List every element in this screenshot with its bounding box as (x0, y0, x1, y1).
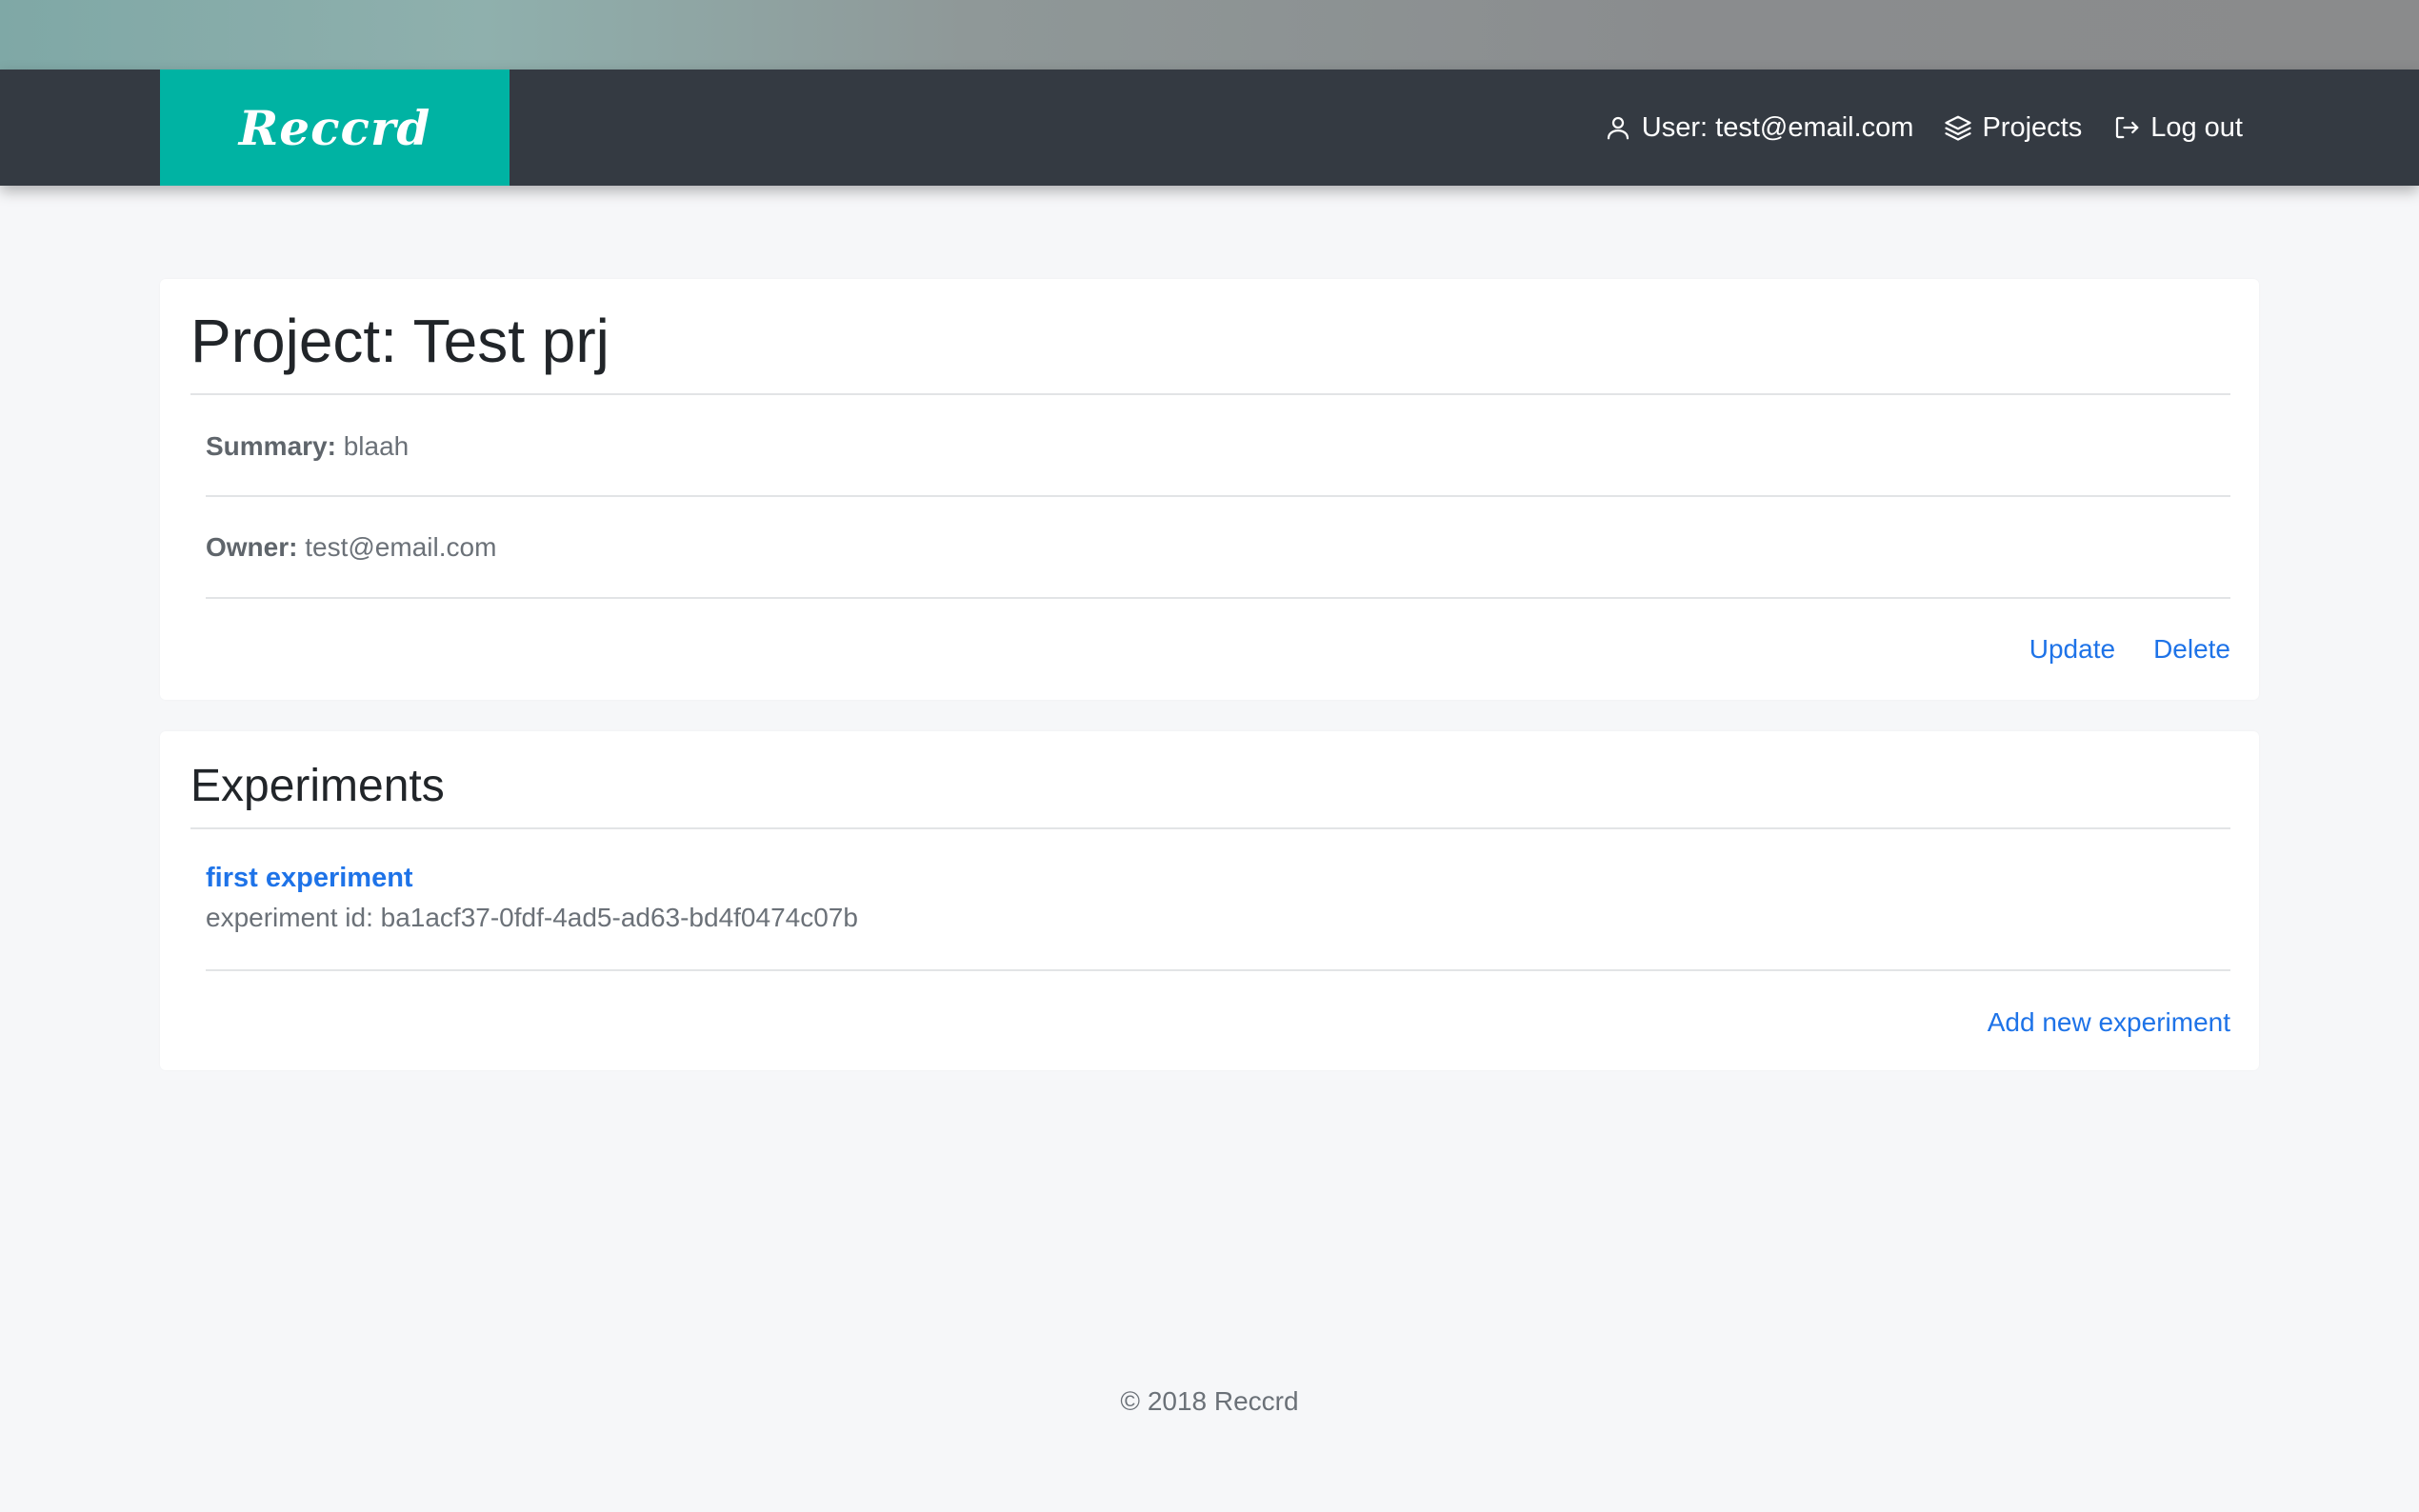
nav-logout[interactable]: Log out (2112, 112, 2243, 144)
summary-label: Summary: (206, 431, 336, 461)
divider (190, 827, 2230, 829)
divider (206, 597, 2230, 599)
nav-projects-label: Projects (1982, 111, 2083, 143)
nav-user-label: User: test@email.com (1641, 111, 1914, 143)
owner-value: test@email.com (305, 532, 497, 562)
owner-label: Owner: (206, 532, 298, 562)
experiments-heading: Experiments (190, 761, 445, 811)
nav-user[interactable]: User: test@email.com (1604, 111, 1914, 144)
experiment-id: experiment id: ba1acf37-0fdf-4ad5-ad63-b… (206, 903, 858, 932)
logout-icon (2116, 116, 2139, 139)
experiment-link[interactable]: first experiment (206, 863, 413, 894)
brand-name: Reccrd (238, 99, 431, 156)
layers-icon (1945, 115, 1972, 141)
footer-copyright: © 2018 Reccrd (1120, 1386, 1299, 1416)
summary-value: blaah (343, 431, 410, 461)
experiments-actions: Add new experiment (1988, 1007, 2230, 1038)
divider (206, 495, 2230, 497)
owner-row: Owner: test@email.com (206, 532, 496, 563)
browser-top-strip (0, 0, 2419, 70)
project-card: Project: Test prj Summary: blaah Owner: … (160, 279, 2259, 700)
project-actions: Update Delete (2029, 634, 2230, 665)
brand-logo[interactable]: Reccrd (160, 70, 510, 186)
navbar: Reccrd User: test@email.com Projects Log… (0, 70, 2419, 186)
experiments-card: Experiments first experiment experiment … (160, 731, 2259, 1070)
divider (190, 393, 2230, 395)
nav-logout-label: Log out (2150, 111, 2243, 143)
divider (206, 969, 2230, 971)
update-link[interactable]: Update (2029, 634, 2115, 665)
delete-link[interactable]: Delete (2153, 634, 2230, 665)
project-title: Project: Test prj (190, 307, 610, 375)
nav-links: User: test@email.com Projects Log out (1604, 70, 2243, 186)
add-experiment-link[interactable]: Add new experiment (1988, 1007, 2230, 1038)
nav-projects[interactable]: Projects (1944, 112, 2082, 144)
user-icon (1607, 116, 1629, 140)
summary-row: Summary: blaah (206, 431, 409, 462)
